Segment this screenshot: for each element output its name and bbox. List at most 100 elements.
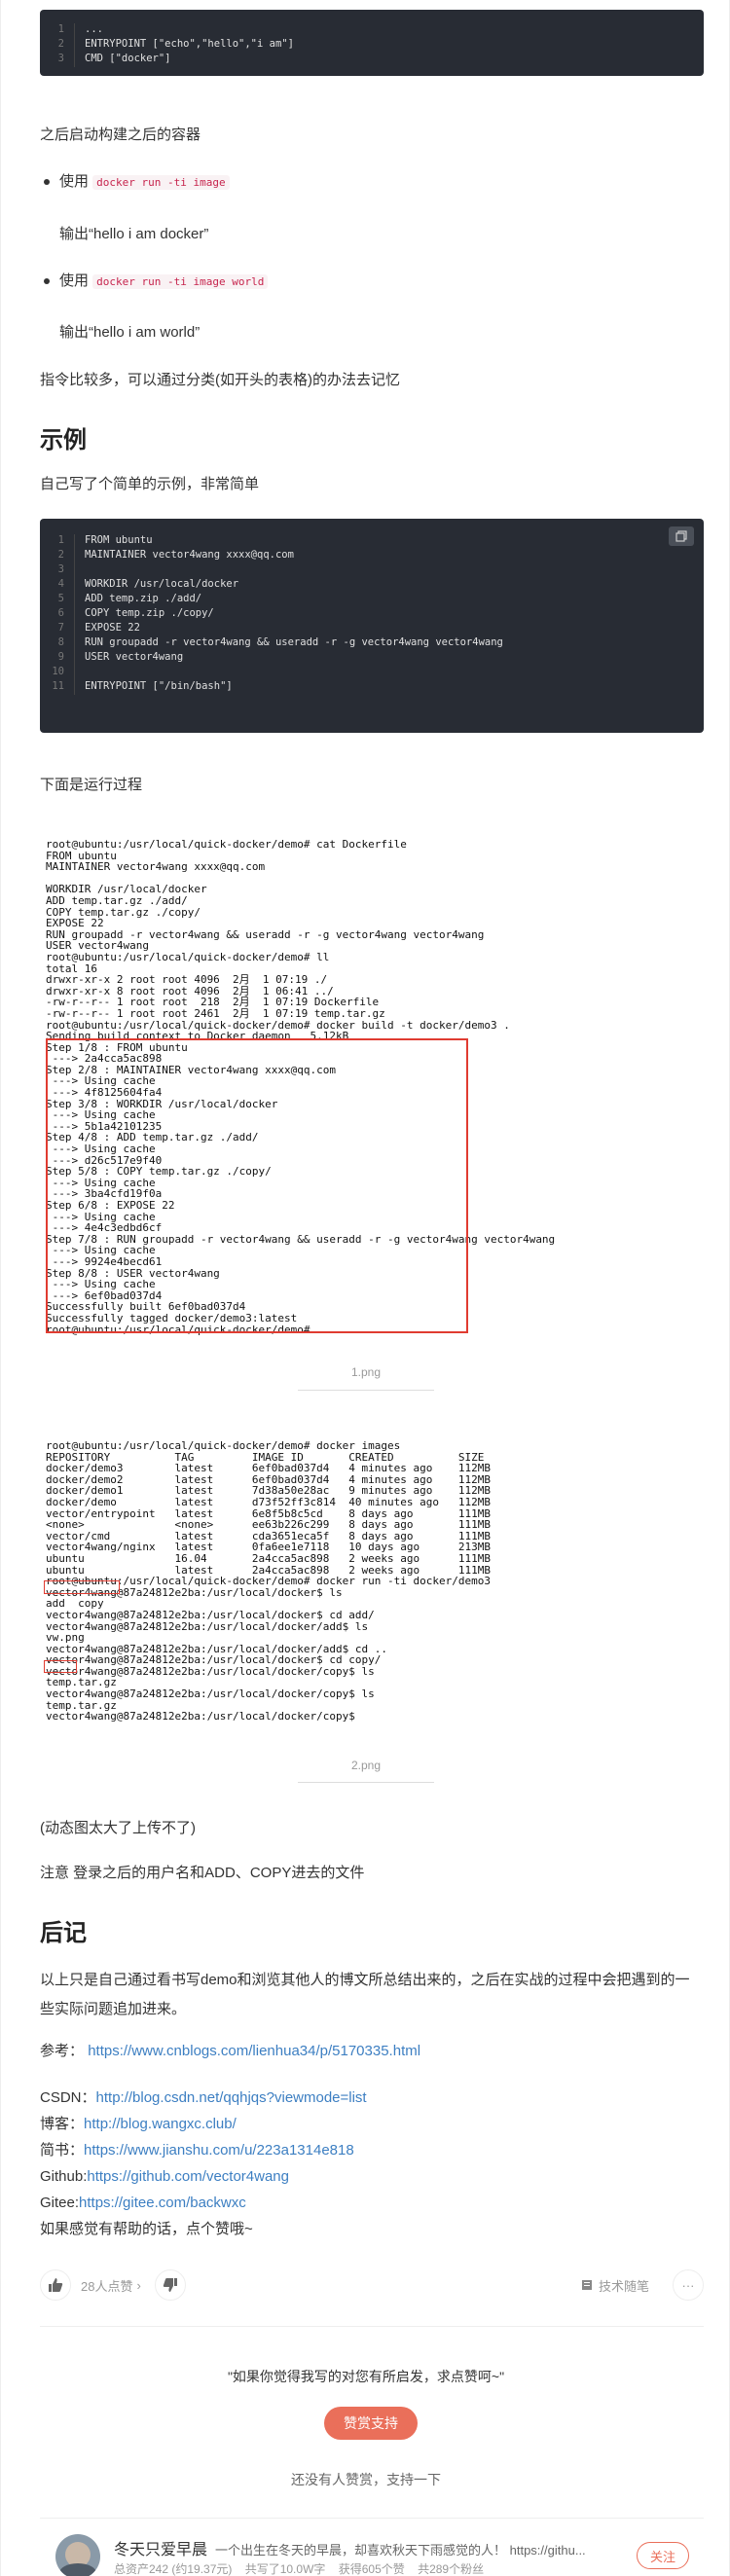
code-text: ... [85,23,103,35]
line-number: 2 [40,38,75,53]
text-example-intro: 自己写了个简单的示例，非常简单 [40,476,260,492]
bullet-prefix: 使用 [59,272,93,289]
profile-link-gitee[interactable]: https://gitee.com/backwxc [79,2195,246,2211]
terminal-line: ubuntu 16.04 2a4cca5ac898 2 weeks ago 11… [46,1551,491,1565]
terminal-line: root@ubuntu:/usr/local/quick-docker/demo… [46,839,407,851]
screenshot-docker-run: root@ubuntu:/usr/local/quick-docker/demo… [46,1440,651,1754]
text-run-process: 下面是运行过程 [40,777,143,793]
profile-gitee: Gitee:https://gitee.com/backwxc [40,2193,246,2214]
bullet-item-1: 使用 docker run -ti image [59,171,230,194]
code-text: CMD ["docker"] [85,53,171,64]
bullet-output-1: 输出“hello i am docker” [59,226,209,242]
terminal-line: vector4wang@87a24812e2ba:/usr/local/dock… [46,1664,375,1678]
line-number: 2 [40,549,75,563]
code-text: ADD temp.zip ./add/ [85,593,202,604]
code-text: RUN groupadd -r vector4wang && useradd -… [85,636,503,648]
code-text: WORKDIR /usr/local/docker [85,578,239,590]
bullet-item-2: 使用 docker run -ti image world [59,271,269,293]
code-line: 8 RUN groupadd -r vector4wang && useradd … [40,636,704,651]
category-link[interactable]: 技术随笔 [581,2276,649,2295]
inline-code: docker run -ti image world [92,274,269,289]
terminal-line: <none> <none> ee63b226c299 8 days ago 11… [46,1518,491,1532]
copy-code-button[interactable] [669,526,694,546]
profile-link-blog[interactable]: http://blog.wangxc.club/ [84,2116,237,2132]
reward-button[interactable]: 赞赏支持 [324,2407,418,2440]
profile-jianshu: 简书：https://www.jianshu.com/u/223a1314e81… [40,2140,354,2161]
like-button[interactable] [40,2269,71,2301]
text-gif-note: (动态图太大了上传不了) [40,1820,196,1836]
more-button[interactable]: ··· [673,2269,704,2301]
terminal-line: docker/demo latest d73f52ff3c814 40 minu… [46,1495,491,1508]
thumbs-down-icon [163,2278,177,2292]
thumbs-up-icon [49,2278,63,2292]
likes-count[interactable]: 28人点赞 [81,2276,132,2295]
code-text: EXPOSE 22 [85,622,140,634]
line-number: 8 [40,636,75,651]
article-action-bar: 28人点赞 › 技术随笔 ··· [40,2266,704,2304]
code-line: 1... [40,23,704,38]
divider [40,2326,704,2327]
code-line: 6 COPY temp.zip ./copy/ [40,607,704,622]
reference-link[interactable]: https://www.cnblogs.com/lienhua34/p/5170… [88,2043,420,2059]
caption-divider [298,1390,434,1391]
terminal-line: root@ubuntu:/usr/local/quick-docker/demo… [46,1575,491,1588]
profile-link-csdn[interactable]: http://blog.csdn.net/qqhjqs?viewmode=lis… [96,2089,367,2106]
bullet-dot [44,179,50,185]
terminal-line: MAINTAINER vector4wang xxxx@qq.com [46,860,266,874]
reward-note: 还没有人赞赏，支持一下 [291,2472,441,2487]
line-number: 10 [40,666,75,680]
profile-label: CSDN： [40,2089,96,2106]
line-number: 6 [40,607,75,622]
caption-divider [298,1782,434,1783]
text-commands-many: 指令比较多，可以通过分类(如开头的表格)的办法去记忆 [40,372,400,388]
code-text: USER vector4wang [85,651,184,663]
profile-link-github[interactable]: https://github.com/vector4wang [87,2168,289,2185]
line-number: 1 [40,23,75,38]
code-text: MAINTAINER vector4wang xxxx@qq.com [85,549,294,561]
text-summary: 以上只是自己通过看书写demo和浏览其他人的博文所总结出来的，之后在实战的过程中… [40,1972,690,2017]
author-header: 冬天只爱早晨 一个出生在冬天的早晨，却喜欢秋天下雨感觉的人！ https://g… [114,2536,620,2559]
terminal-line: EXPOSE 22 [46,917,104,930]
code-block-dockerfile: 1 FROM ubuntu 2 MAINTAINER vector4wang xxxx… [40,519,704,733]
profile-github: Github:https://github.com/vector4wang [40,2166,289,2188]
code-line: 1 FROM ubuntu [40,534,704,549]
code-text: ENTRYPOINT ["/bin/bash"] [85,680,233,692]
follow-button[interactable]: 关注 [637,2542,689,2569]
line-number: 3 [40,563,75,578]
code-text: FROM ubuntu [85,534,153,546]
line-number: 4 [40,578,75,593]
chevron-right-icon: › [136,2277,141,2293]
line-number: 5 [40,593,75,607]
code-line: 5 ADD temp.zip ./add/ [40,593,704,607]
terminal-line: ADD temp.tar.gz ./add/ [46,893,188,907]
code-line: 2 MAINTAINER vector4wang xxxx@qq.com [40,549,704,563]
bullet-prefix: 使用 [59,173,93,190]
highlight-box [46,1038,468,1333]
code-line: 10 [40,666,704,680]
author-avatar[interactable] [55,2534,100,2576]
dislike-button[interactable] [154,2269,186,2301]
code-line: 7 EXPOSE 22 [40,622,704,636]
inline-code: docker run -ti image [92,175,230,190]
category-label: 技术随笔 [598,2278,649,2294]
terminal-line: -rw-r--r-- 1 root root 2461 2月 1 07:19 t… [46,1006,385,1020]
terminal-line: COPY temp.tar.gz ./copy/ [46,905,201,919]
book-icon [581,2280,592,2290]
heading-example: 示例 [40,427,87,454]
author-stats: 总资产242 (约19.37元) 共写了10.0W字 获得605个赞 共289个… [114,2562,485,2576]
highlight-box [44,1580,120,1594]
image-caption-2: 2.png [350,1759,382,1772]
terminal-line: vector4wang@87a24812e2ba:/usr/local/dock… [46,1687,375,1701]
author-bio: 一个出生在冬天的早晨，却喜欢秋天下雨感觉的人！ https://githu... [215,2543,586,2558]
bullet-output-2: 输出“hello i am world” [59,324,201,341]
divider [40,2518,704,2519]
code-text: ENTRYPOINT ["echo","hello","i am"] [85,38,294,50]
author-name[interactable]: 冬天只爱早晨 [114,2536,207,2559]
text-after-start: 之后启动构建之后的容器 [40,127,201,143]
profile-blog: 博客：http://blog.wangxc.club/ [40,2114,237,2135]
reward-quote: "如果你觉得我写的对您有所启发，求点赞呵~" [227,2369,505,2384]
code-line: 11 ENTRYPOINT ["/bin/bash"] [40,680,704,695]
profile-link-jianshu[interactable]: https://www.jianshu.com/u/223a1314e818 [84,2142,354,2159]
code-line: 3 CMD ["docker"] [40,53,704,67]
profile-label: 简书： [40,2142,85,2159]
